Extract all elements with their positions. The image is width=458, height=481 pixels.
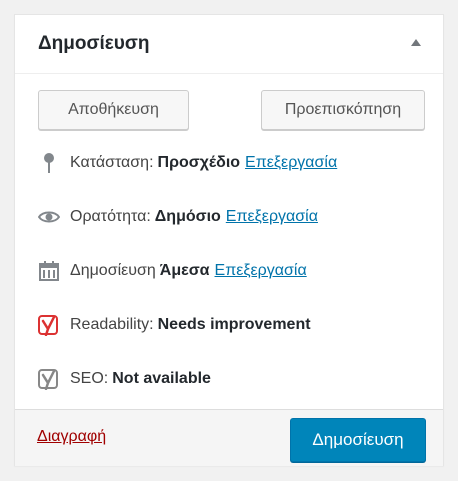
- publish-button[interactable]: Δημοσίευση: [290, 418, 426, 462]
- publish-time-label: Δημοσίευση: [70, 262, 156, 279]
- edit-publish-time-link[interactable]: Επεξεργασία: [215, 262, 307, 280]
- delete-link[interactable]: Διαγραφή: [37, 428, 106, 446]
- publish-time-row: Δημοσίευση Άμεσα Επεξεργασία: [38, 259, 307, 283]
- major-publishing-actions: Διαγραφή Δημοσίευση: [15, 409, 443, 466]
- calendar-icon: [38, 260, 60, 282]
- status-row: Κατάσταση: Προσχέδιο Επεξεργασία: [38, 151, 337, 175]
- pin-icon: [38, 152, 60, 174]
- publish-panel: Δημοσίευση Αποθήκευση Προεπισκόπηση Κατά…: [14, 14, 444, 466]
- publish-time-value: Άμεσα: [159, 262, 210, 279]
- seo-value: Not available: [112, 370, 211, 387]
- yoast-red-icon: [38, 314, 60, 336]
- visibility-row: Ορατότητα: Δημόσιο Επεξεργασία: [38, 205, 318, 229]
- preview-button[interactable]: Προεπισκόπηση: [261, 90, 425, 130]
- eye-icon: [38, 206, 60, 228]
- status-value: Προσχέδιο: [157, 154, 241, 171]
- yoast-gray-icon: [38, 368, 60, 390]
- save-draft-button[interactable]: Αποθήκευση: [38, 90, 189, 130]
- readability-label: Readability:: [70, 316, 154, 333]
- panel-title: Δημοσίευση: [38, 33, 150, 54]
- status-label: Κατάσταση:: [70, 154, 154, 171]
- readability-row: Readability: Needs improvement: [38, 313, 316, 337]
- edit-visibility-link[interactable]: Επεξεργασία: [226, 208, 318, 226]
- visibility-label: Ορατότητα:: [70, 208, 151, 225]
- panel-header[interactable]: Δημοσίευση: [15, 15, 443, 74]
- readability-value: Needs improvement: [157, 316, 311, 333]
- seo-label: SEO:: [70, 370, 109, 387]
- edit-status-link[interactable]: Επεξεργασία: [245, 154, 337, 172]
- collapse-arrow-icon[interactable]: [411, 39, 421, 46]
- visibility-value: Δημόσιο: [154, 208, 221, 225]
- seo-row: SEO: Not available: [38, 367, 216, 391]
